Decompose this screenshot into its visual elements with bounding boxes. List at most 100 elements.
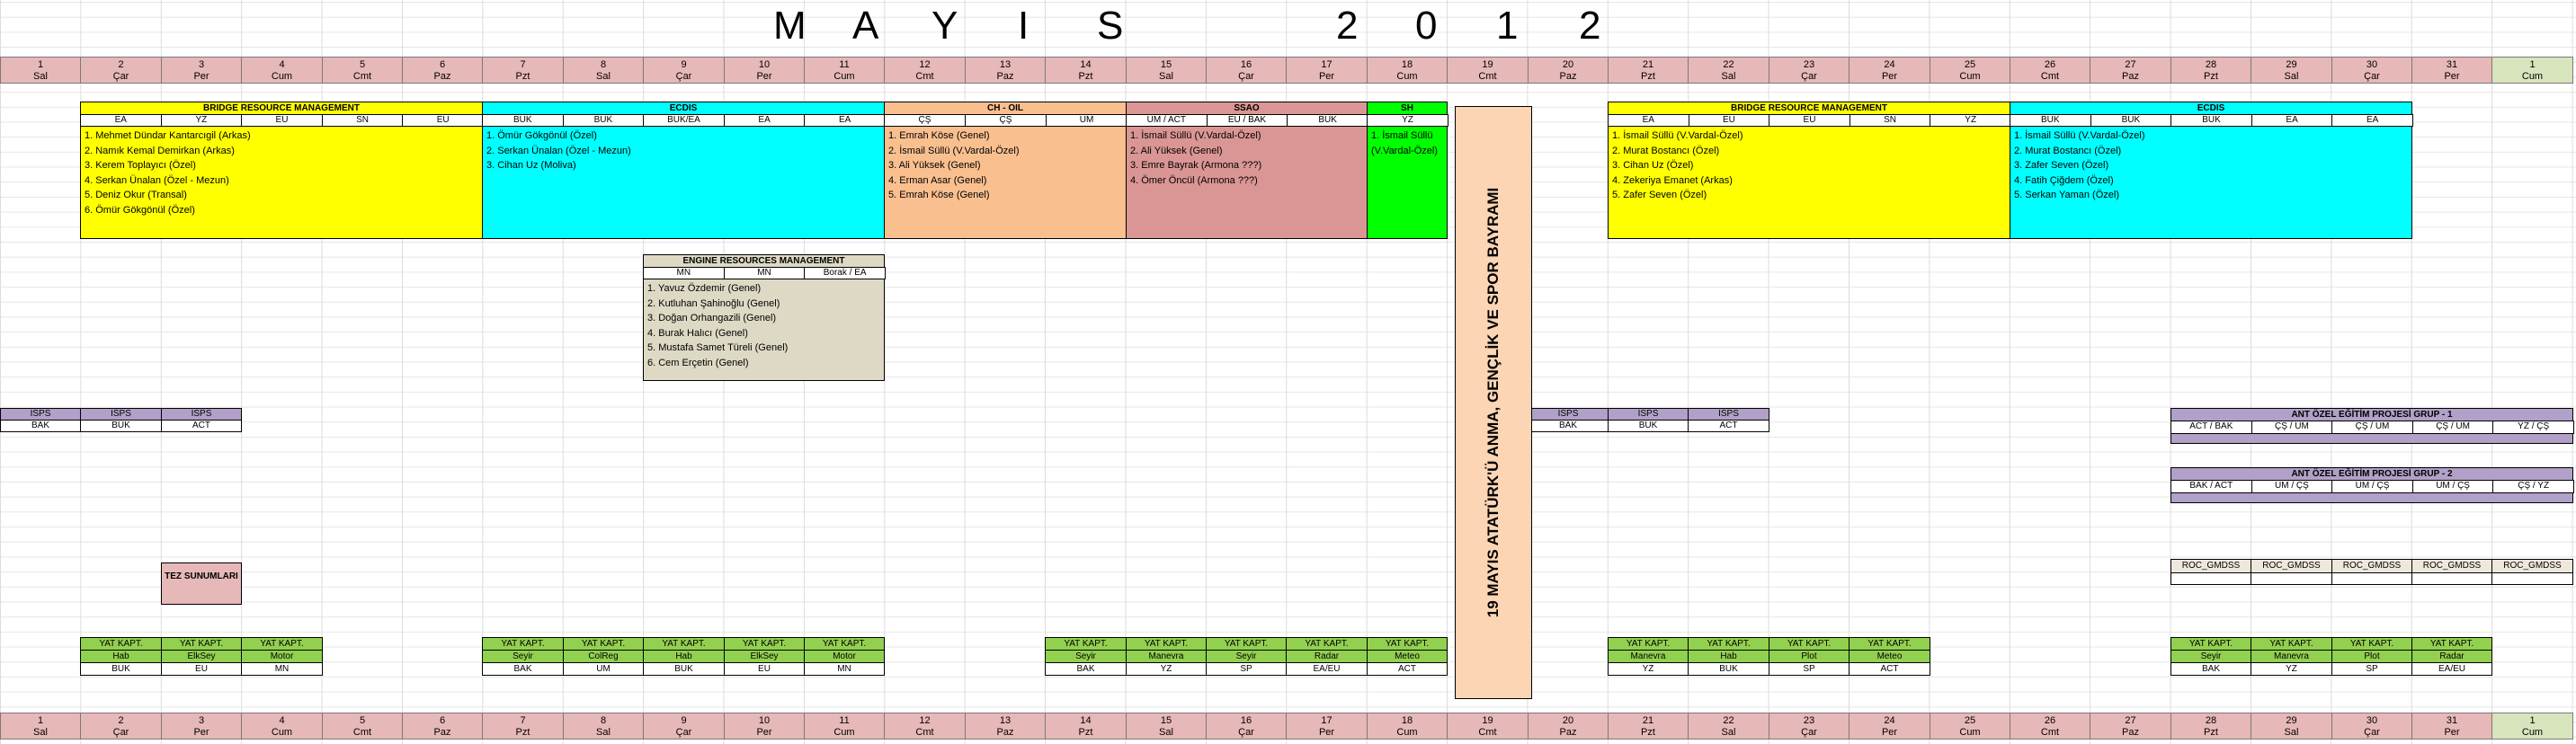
- day-cell[interactable]: 19 Cmt: [1447, 57, 1529, 84]
- day-cell[interactable]: 23 Çar: [1769, 713, 1850, 740]
- day-cell[interactable]: 28 Pzt: [2170, 713, 2251, 740]
- yat-block-2-subject: Motor: [804, 650, 885, 663]
- day-cell[interactable]: 27 Paz: [2090, 57, 2171, 84]
- day-number: 9: [681, 59, 687, 70]
- day-cell[interactable]: 14 Pzt: [1045, 713, 1127, 740]
- ant-group-2-sub-label: BAK / ACT: [2170, 480, 2252, 493]
- day-cell[interactable]: 26 Cmt: [2010, 713, 2090, 740]
- day-cell[interactable]: 20 Paz: [1528, 713, 1609, 740]
- day-cell[interactable]: 15 Sal: [1126, 713, 1207, 740]
- day-cell[interactable]: 21 Pzt: [1608, 713, 1689, 740]
- day-cell[interactable]: 11 Cum: [804, 713, 885, 740]
- day-cell[interactable]: 28 Pzt: [2170, 57, 2251, 84]
- day-cell[interactable]: 18 Cum: [1367, 713, 1448, 740]
- ant-group-2-footer: [2170, 492, 2573, 503]
- day-name: Sal: [33, 71, 48, 82]
- day-cell[interactable]: 9 Çar: [643, 57, 725, 84]
- day-cell[interactable]: 30 Çar: [2331, 57, 2412, 84]
- day-cell[interactable]: 29 Sal: [2251, 713, 2332, 740]
- day-cell[interactable]: 21 Pzt: [1608, 57, 1689, 84]
- day-header-top: 1 Sal 2 Çar 3 Per 4 Cum 5 Cmt 6 Paz 7 Pzt 8 Sal 9 Çar 10 Pe…: [0, 57, 2576, 84]
- day-cell[interactable]: 6 Paz: [402, 57, 483, 84]
- day-cell[interactable]: 26 Cmt: [2010, 57, 2090, 84]
- day-cell[interactable]: 22 Sal: [1688, 713, 1769, 740]
- brm-block-2-list: 1. İsmail Süllü (V.Vardal-Özel) 2. Murat …: [1608, 126, 2010, 239]
- day-cell[interactable]: 1 Sal: [0, 57, 81, 84]
- day-cell[interactable]: 7 Pzt: [482, 713, 564, 740]
- ecdis-block-1-list: 1. Ömür Gökgönül (Özel) 2. Serkan Ünalan …: [482, 126, 885, 239]
- day-cell[interactable]: 25 Cum: [1930, 57, 2010, 84]
- day-cell[interactable]: 12 Cmt: [884, 713, 966, 740]
- yat-block-5-instructor: BAK: [2170, 662, 2251, 676]
- day-cell[interactable]: 8 Sal: [563, 713, 644, 740]
- day-cell[interactable]: 20 Paz: [1528, 57, 1609, 84]
- day-cell[interactable]: 27 Paz: [2090, 713, 2171, 740]
- day-cell[interactable]: 22 Sal: [1688, 57, 1769, 84]
- day-cell[interactable]: 15 Sal: [1126, 57, 1207, 84]
- yat-block-5-title: YAT KAPT.: [2411, 637, 2492, 651]
- day-name: Paz: [433, 727, 451, 738]
- day-number: 11: [839, 59, 850, 70]
- day-cell[interactable]: 24 Per: [1849, 57, 1930, 84]
- ant-group-1-sub-label: YZ / ÇŞ: [2492, 421, 2574, 434]
- day-cell[interactable]: 14 Pzt: [1045, 57, 1127, 84]
- day-cell[interactable]: 10 Per: [724, 57, 805, 84]
- day-cell[interactable]: 18 Cum: [1367, 57, 1448, 84]
- day-cell[interactable]: 4 Cum: [241, 713, 323, 740]
- day-number: 22: [1723, 715, 1734, 726]
- day-cell[interactable]: 23 Çar: [1769, 57, 1850, 84]
- tez-sunumlari-box: TEZ SUNUMLARI: [161, 562, 242, 605]
- list-item: 4. Ömer Öncül (Armona ???): [1130, 174, 1258, 186]
- day-cell[interactable]: 29 Sal: [2251, 57, 2332, 84]
- day-cell[interactable]: 16 Çar: [1206, 713, 1287, 740]
- sh-block-header: SH: [1367, 102, 1448, 115]
- day-cell[interactable]: 6 Paz: [402, 713, 483, 740]
- sh-block-sub-label: YZ: [1367, 114, 1448, 127]
- yat-block-2-instructor: MN: [804, 662, 885, 676]
- day-cell[interactable]: 31 Per: [2411, 57, 2492, 84]
- day-cell[interactable]: 9 Çar: [643, 713, 725, 740]
- roc-gmdss-sub: [2170, 572, 2251, 585]
- day-cell[interactable]: 30 Çar: [2331, 713, 2412, 740]
- day-cell[interactable]: 31 Per: [2411, 713, 2492, 740]
- day-cell[interactable]: 25 Cum: [1930, 713, 2010, 740]
- ecdis-block-1-sub-label: EA: [723, 114, 806, 127]
- day-cell[interactable]: 1 Sal: [0, 713, 81, 740]
- day-cell[interactable]: 3 Per: [161, 57, 242, 84]
- day-cell[interactable]: 2 Çar: [80, 57, 162, 84]
- day-cell[interactable]: 10 Per: [724, 713, 805, 740]
- day-number: 8: [600, 59, 607, 70]
- day-cell[interactable]: 24 Per: [1849, 713, 1930, 740]
- day-cell[interactable]: 7 Pzt: [482, 57, 564, 84]
- list-item: 2. Kutluhan Şahinoğlu (Genel): [647, 297, 780, 309]
- day-cell[interactable]: 17 Per: [1286, 713, 1368, 740]
- day-cell[interactable]: 5 Cmt: [322, 57, 403, 84]
- roc-gmdss-label: ROC_GMDSS: [2411, 559, 2492, 573]
- day-cell[interactable]: 12 Cmt: [884, 57, 966, 84]
- day-cell[interactable]: 16 Çar: [1206, 57, 1287, 84]
- day-number: 20: [1562, 715, 1574, 726]
- day-cell[interactable]: 1 Cum: [2491, 713, 2573, 740]
- day-cell[interactable]: 19 Cmt: [1447, 713, 1529, 740]
- yat-block-5-instructor: SP: [2331, 662, 2412, 676]
- day-cell[interactable]: 2 Çar: [80, 713, 162, 740]
- day-number: 24: [1884, 715, 1895, 726]
- day-cell[interactable]: 11 Cum: [804, 57, 885, 84]
- list-item: 3. Zafer Seven (Özel): [2014, 160, 2109, 172]
- day-cell[interactable]: 8 Sal: [563, 57, 644, 84]
- day-cell[interactable]: 5 Cmt: [322, 713, 403, 740]
- ecdis-block-2-sub-label: EA: [2251, 114, 2333, 127]
- day-cell[interactable]: 4 Cum: [241, 57, 323, 84]
- day-cell[interactable]: 1 Cum: [2491, 57, 2573, 84]
- day-cell[interactable]: 17 Per: [1286, 57, 1368, 84]
- day-number: 1: [37, 59, 44, 70]
- ant-group-2-sub-label: UM / ÇŞ: [2251, 480, 2333, 493]
- day-cell[interactable]: 3 Per: [161, 713, 242, 740]
- yat-block-5-subject: Seyir: [2170, 650, 2251, 663]
- day-cell[interactable]: 13 Paz: [965, 57, 1046, 84]
- day-cell[interactable]: 13 Paz: [965, 713, 1046, 740]
- day-number: 1: [2529, 715, 2536, 726]
- day-number: 14: [1080, 715, 1092, 726]
- day-number: 24: [1884, 59, 1895, 70]
- list-item: 4. Fatih Çiğdem (Özel): [2014, 174, 2114, 186]
